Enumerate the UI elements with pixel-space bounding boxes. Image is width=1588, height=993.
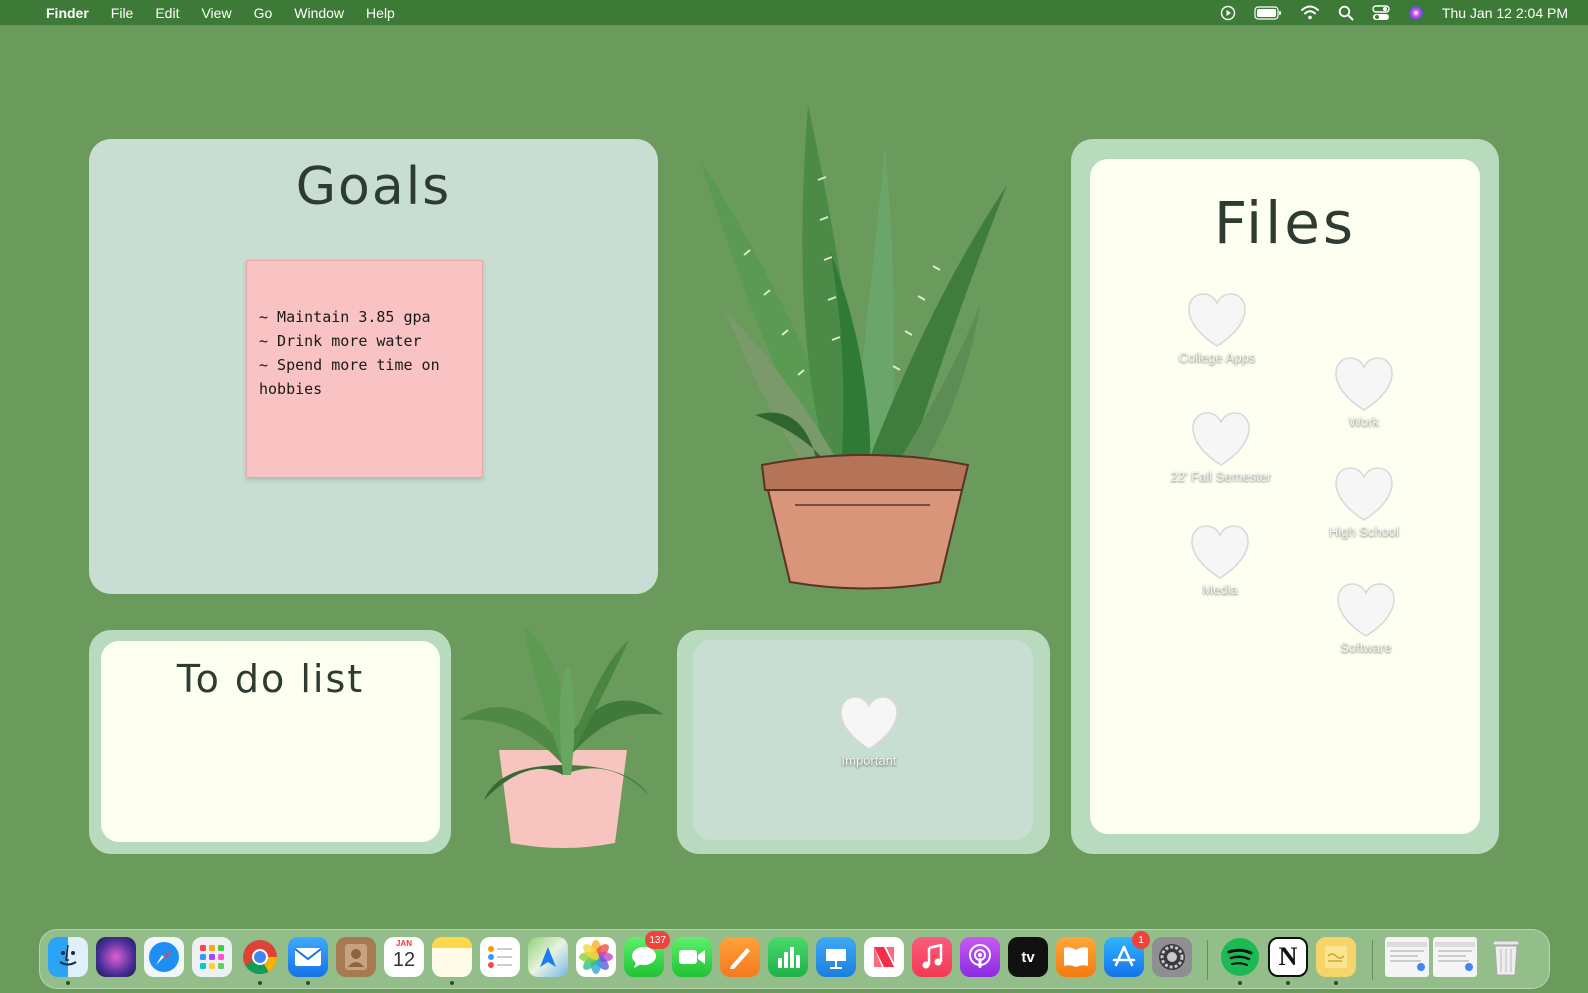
notion-label: N [1278, 942, 1298, 971]
heart-folder-icon [1192, 412, 1250, 466]
dock-notion-icon[interactable]: N [1268, 937, 1308, 977]
running-indicator [1334, 981, 1338, 985]
dock-apple-tv-icon[interactable]: tv [1008, 937, 1048, 977]
siri-icon[interactable] [1408, 5, 1424, 21]
dock-separator [1372, 940, 1373, 980]
files-title: Files [1213, 189, 1357, 257]
goals-sticky-note[interactable]: ~ Maintain 3.85 gpa ~ Drink more water ~… [246, 260, 483, 478]
dock-separator [1207, 940, 1208, 980]
dock-trash-icon[interactable] [1486, 937, 1526, 977]
menu-app-name[interactable]: Finder [46, 5, 89, 21]
dock-notes-icon[interactable] [432, 937, 472, 977]
dock-messages-icon[interactable]: 137 [624, 931, 670, 977]
folder-media[interactable]: Media [1155, 524, 1285, 597]
sticky-line: ~ Maintain 3.85 gpa [259, 308, 431, 326]
dock-facetime-icon[interactable] [672, 937, 712, 977]
menu-clock[interactable]: Thu Jan 12 2:04 PM [1442, 5, 1568, 21]
dock-news-icon[interactable] [864, 937, 904, 977]
dock-keynote-icon[interactable] [816, 937, 856, 977]
menu-bar: Finder File Edit View Go Window Help Thu… [0, 0, 1588, 25]
folder-label: 22' Fall Semester [1170, 469, 1272, 484]
calendar-day: 12 [392, 949, 416, 971]
dock-books-icon[interactable] [1056, 937, 1096, 977]
sticky-line: ~ Spend more time on hobbies [259, 356, 449, 398]
heart-folder-icon [1188, 293, 1246, 347]
folder-label: Important [841, 753, 897, 768]
todo-widget: To do list [89, 630, 451, 854]
dock-app-store-icon[interactable]: 1 [1104, 931, 1150, 977]
dock-calendar-icon[interactable]: JAN 12 [384, 937, 424, 977]
dock-reminders-icon[interactable] [480, 937, 520, 977]
running-indicator [1286, 981, 1290, 985]
potted-plant-illustration [459, 625, 664, 848]
running-indicator [66, 981, 70, 985]
dock-contacts-icon[interactable] [336, 937, 376, 977]
folder-label: High School [1328, 524, 1400, 539]
dock-photos-icon[interactable] [576, 937, 616, 977]
dock-safari-icon[interactable] [144, 937, 184, 977]
dock: JAN 12 137 tv 1 N [39, 929, 1550, 989]
spotlight-search-icon[interactable] [1338, 5, 1354, 21]
folder-work[interactable]: Work [1299, 356, 1429, 429]
calendar-month: JAN [395, 939, 412, 948]
apple-tv-label: tv [1021, 948, 1035, 966]
folder-label: College Apps [1178, 350, 1256, 365]
wifi-icon[interactable] [1300, 5, 1320, 20]
menu-help[interactable]: Help [366, 5, 395, 21]
messages-badge: 137 [645, 931, 670, 949]
dock-numbers-icon[interactable] [768, 937, 808, 977]
heart-folder-icon [1337, 583, 1395, 637]
dock-music-icon[interactable] [912, 937, 952, 977]
folder-label: Work [1348, 414, 1380, 429]
menu-window[interactable]: Window [294, 5, 344, 21]
folder-software[interactable]: Software [1301, 582, 1431, 655]
sticky-line: ~ Drink more water [259, 332, 422, 350]
menu-edit[interactable]: Edit [155, 5, 179, 21]
folder-college-apps[interactable]: College Apps [1152, 292, 1282, 365]
dock-system-settings-icon[interactable] [1152, 937, 1192, 977]
dock-stickies-icon[interactable] [1316, 937, 1356, 977]
control-center-icon[interactable] [1372, 4, 1390, 21]
dock-spotify-icon[interactable] [1220, 937, 1260, 977]
dock-siri-icon[interactable] [96, 937, 136, 977]
menu-file[interactable]: File [111, 5, 134, 21]
dock-maps-icon[interactable] [528, 937, 568, 977]
goals-title: Goals [295, 157, 452, 217]
dock-finder-icon[interactable] [48, 937, 88, 977]
dock-launchpad-icon[interactable] [192, 937, 232, 977]
folder-label: Media [1202, 582, 1238, 597]
battery-icon[interactable] [1254, 5, 1282, 20]
dock-minimized-chrome-window-2[interactable] [1433, 937, 1477, 977]
dock-chrome-icon[interactable] [240, 937, 280, 977]
files-widget: Files [1071, 139, 1499, 854]
heart-folder-icon [840, 696, 898, 750]
todo-title: To do list [176, 657, 365, 701]
running-indicator [1238, 981, 1242, 985]
running-indicator [306, 981, 310, 985]
folder-label: Software [1340, 640, 1392, 655]
menu-view[interactable]: View [201, 5, 231, 21]
app-store-badge: 1 [1132, 931, 1150, 949]
running-indicator [258, 981, 262, 985]
dock-pages-icon[interactable] [720, 937, 760, 977]
dock-mail-icon[interactable] [288, 937, 328, 977]
folder-22-fall-semester[interactable]: 22' Fall Semester [1156, 411, 1286, 484]
todo-card[interactable]: To do list [101, 641, 440, 842]
dock-podcasts-icon[interactable] [960, 937, 1000, 977]
aloe-plant-illustration [700, 105, 1007, 590]
heart-folder-icon [1191, 525, 1249, 579]
heart-folder-icon [1335, 357, 1393, 411]
play-circle-icon[interactable] [1220, 5, 1236, 21]
menu-go[interactable]: Go [254, 5, 273, 21]
folder-high-school[interactable]: High School [1299, 466, 1429, 539]
folder-important[interactable]: Important [804, 695, 934, 768]
heart-folder-icon [1335, 467, 1393, 521]
running-indicator [450, 981, 454, 985]
dock-minimized-chrome-window-1[interactable] [1385, 937, 1429, 977]
